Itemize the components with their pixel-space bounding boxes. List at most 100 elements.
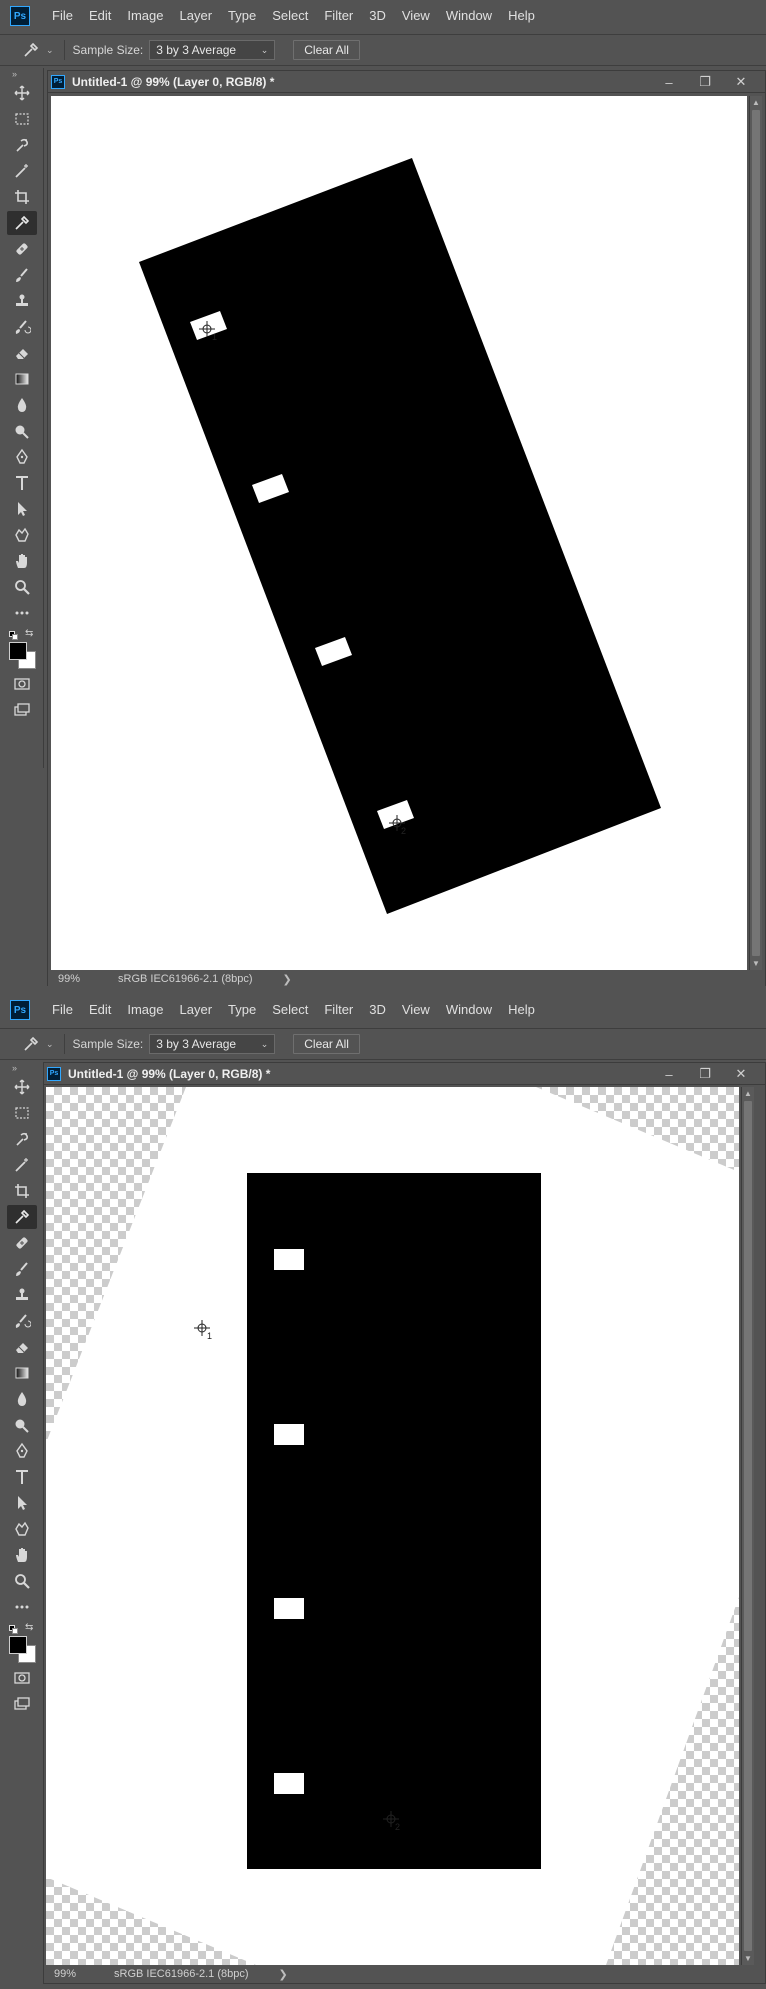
more-tools-icon[interactable] bbox=[7, 1595, 37, 1619]
swap-colors-icon[interactable]: ⇆ bbox=[25, 628, 33, 639]
healing-brush-icon[interactable] bbox=[7, 1231, 37, 1255]
menu-3d[interactable]: 3D bbox=[361, 994, 394, 1026]
eraser-icon[interactable] bbox=[7, 341, 37, 365]
quick-selection-icon[interactable] bbox=[7, 1127, 37, 1151]
history-brush-icon[interactable] bbox=[7, 315, 37, 339]
brush-tool-icon[interactable] bbox=[7, 263, 37, 287]
document-tab[interactable]: Ps Untitled-1 @ 99% (Layer 0, RGB/8) * –… bbox=[48, 71, 765, 93]
zoom-level[interactable]: 99% bbox=[58, 973, 100, 985]
foreground-color-swatch[interactable] bbox=[9, 642, 27, 660]
panel-collapse-grip[interactable]: » bbox=[0, 1062, 43, 1074]
clone-stamp-icon[interactable] bbox=[7, 1283, 37, 1307]
dodge-tool-icon[interactable] bbox=[7, 419, 37, 443]
canvas[interactable]: 1 2 bbox=[51, 96, 747, 970]
menu-edit[interactable]: Edit bbox=[81, 994, 119, 1026]
path-selection-icon[interactable] bbox=[7, 497, 37, 521]
hand-tool-icon[interactable] bbox=[7, 1543, 37, 1567]
magic-wand-icon[interactable] bbox=[7, 1153, 37, 1177]
menu-file[interactable]: File bbox=[44, 0, 81, 32]
status-menu-arrow-icon[interactable]: ❯ bbox=[279, 1968, 288, 1981]
menu-window[interactable]: Window bbox=[438, 0, 500, 32]
path-selection-icon[interactable] bbox=[7, 1491, 37, 1515]
scrollbar-thumb[interactable] bbox=[744, 1101, 752, 1951]
minimize-icon[interactable]: – bbox=[651, 1067, 687, 1082]
move-tool-icon[interactable] bbox=[7, 81, 37, 105]
clone-stamp-icon[interactable] bbox=[7, 289, 37, 313]
menu-image[interactable]: Image bbox=[119, 994, 171, 1026]
scroll-up-icon[interactable]: ▲ bbox=[742, 1089, 754, 1098]
menu-layer[interactable]: Layer bbox=[172, 994, 221, 1026]
menu-type[interactable]: Type bbox=[220, 994, 264, 1026]
status-menu-arrow-icon[interactable]: ❯ bbox=[283, 973, 292, 986]
menu-edit[interactable]: Edit bbox=[81, 0, 119, 32]
blur-tool-icon[interactable] bbox=[7, 393, 37, 417]
clear-all-button[interactable]: Clear All bbox=[293, 1034, 360, 1054]
zoom-tool-icon[interactable] bbox=[7, 1569, 37, 1593]
type-tool-icon[interactable] bbox=[7, 471, 37, 495]
sample-size-select[interactable]: 3 by 3 Average ⌄ bbox=[149, 40, 276, 60]
menu-view[interactable]: View bbox=[394, 0, 438, 32]
canvas[interactable]: 1 2 bbox=[46, 1087, 739, 1965]
eyedropper-icon[interactable] bbox=[18, 40, 44, 60]
dodge-tool-icon[interactable] bbox=[7, 1413, 37, 1437]
vertical-scrollbar[interactable]: ▲ ▼ bbox=[749, 96, 762, 970]
close-icon[interactable]: ✕ bbox=[723, 74, 759, 90]
menu-view[interactable]: View bbox=[394, 994, 438, 1026]
zoom-level[interactable]: 99% bbox=[54, 1968, 96, 1980]
restore-icon[interactable]: ❐ bbox=[687, 74, 723, 90]
foreground-color-swatch[interactable] bbox=[9, 1636, 27, 1654]
panel-collapse-grip[interactable]: » bbox=[0, 68, 43, 80]
scroll-down-icon[interactable]: ▼ bbox=[742, 1954, 754, 1963]
scroll-down-icon[interactable]: ▼ bbox=[750, 959, 762, 968]
menu-3d[interactable]: 3D bbox=[361, 0, 394, 32]
eyedropper-icon[interactable] bbox=[18, 1034, 44, 1054]
rectangular-marquee-icon[interactable] bbox=[7, 107, 37, 131]
gradient-icon[interactable] bbox=[7, 1361, 37, 1385]
default-colors-icon[interactable] bbox=[9, 631, 18, 640]
menu-layer[interactable]: Layer bbox=[172, 0, 221, 32]
healing-brush-icon[interactable] bbox=[7, 237, 37, 261]
pen-tool-icon[interactable] bbox=[7, 1439, 37, 1463]
default-colors-icon[interactable] bbox=[9, 1625, 18, 1634]
pen-tool-icon[interactable] bbox=[7, 445, 37, 469]
brush-tool-icon[interactable] bbox=[7, 1257, 37, 1281]
clear-all-button[interactable]: Clear All bbox=[293, 40, 360, 60]
color-sampler-icon[interactable] bbox=[7, 211, 37, 235]
menu-window[interactable]: Window bbox=[438, 994, 500, 1026]
more-tools-icon[interactable] bbox=[7, 601, 37, 625]
restore-icon[interactable]: ❐ bbox=[687, 1066, 723, 1082]
hand-tool-icon[interactable] bbox=[7, 549, 37, 573]
menu-filter[interactable]: Filter bbox=[316, 0, 361, 32]
blur-tool-icon[interactable] bbox=[7, 1387, 37, 1411]
menu-image[interactable]: Image bbox=[119, 0, 171, 32]
sample-size-select[interactable]: 3 by 3 Average ⌄ bbox=[149, 1034, 276, 1054]
minimize-icon[interactable]: – bbox=[651, 75, 687, 90]
scrollbar-thumb[interactable] bbox=[752, 110, 760, 956]
swap-colors-icon[interactable]: ⇆ bbox=[25, 1622, 33, 1633]
document-tab[interactable]: Ps Untitled-1 @ 99% (Layer 0, RGB/8) * –… bbox=[44, 1063, 765, 1085]
crop-tool-icon[interactable] bbox=[7, 185, 37, 209]
quick-mask-icon[interactable] bbox=[7, 1666, 37, 1690]
zoom-tool-icon[interactable] bbox=[7, 575, 37, 599]
menu-help[interactable]: Help bbox=[500, 0, 543, 32]
tool-preset-chevron-icon[interactable]: ⌄ bbox=[46, 45, 54, 56]
menu-filter[interactable]: Filter bbox=[316, 994, 361, 1026]
vertical-scrollbar[interactable]: ▲ ▼ bbox=[741, 1087, 754, 1965]
menu-file[interactable]: File bbox=[44, 994, 81, 1026]
quick-mask-icon[interactable] bbox=[7, 672, 37, 696]
menu-type[interactable]: Type bbox=[220, 0, 264, 32]
tool-preset-chevron-icon[interactable]: ⌄ bbox=[46, 1039, 54, 1050]
gradient-icon[interactable] bbox=[7, 367, 37, 391]
eraser-icon[interactable] bbox=[7, 1335, 37, 1359]
close-icon[interactable]: ✕ bbox=[723, 1066, 759, 1082]
quick-selection-icon[interactable] bbox=[7, 133, 37, 157]
magic-wand-icon[interactable] bbox=[7, 159, 37, 183]
menu-select[interactable]: Select bbox=[264, 994, 316, 1026]
color-sampler-icon[interactable] bbox=[7, 1205, 37, 1229]
crop-tool-icon[interactable] bbox=[7, 1179, 37, 1203]
scroll-up-icon[interactable]: ▲ bbox=[750, 98, 762, 107]
menu-help[interactable]: Help bbox=[500, 994, 543, 1026]
menu-select[interactable]: Select bbox=[264, 0, 316, 32]
type-tool-icon[interactable] bbox=[7, 1465, 37, 1489]
rectangular-marquee-icon[interactable] bbox=[7, 1101, 37, 1125]
